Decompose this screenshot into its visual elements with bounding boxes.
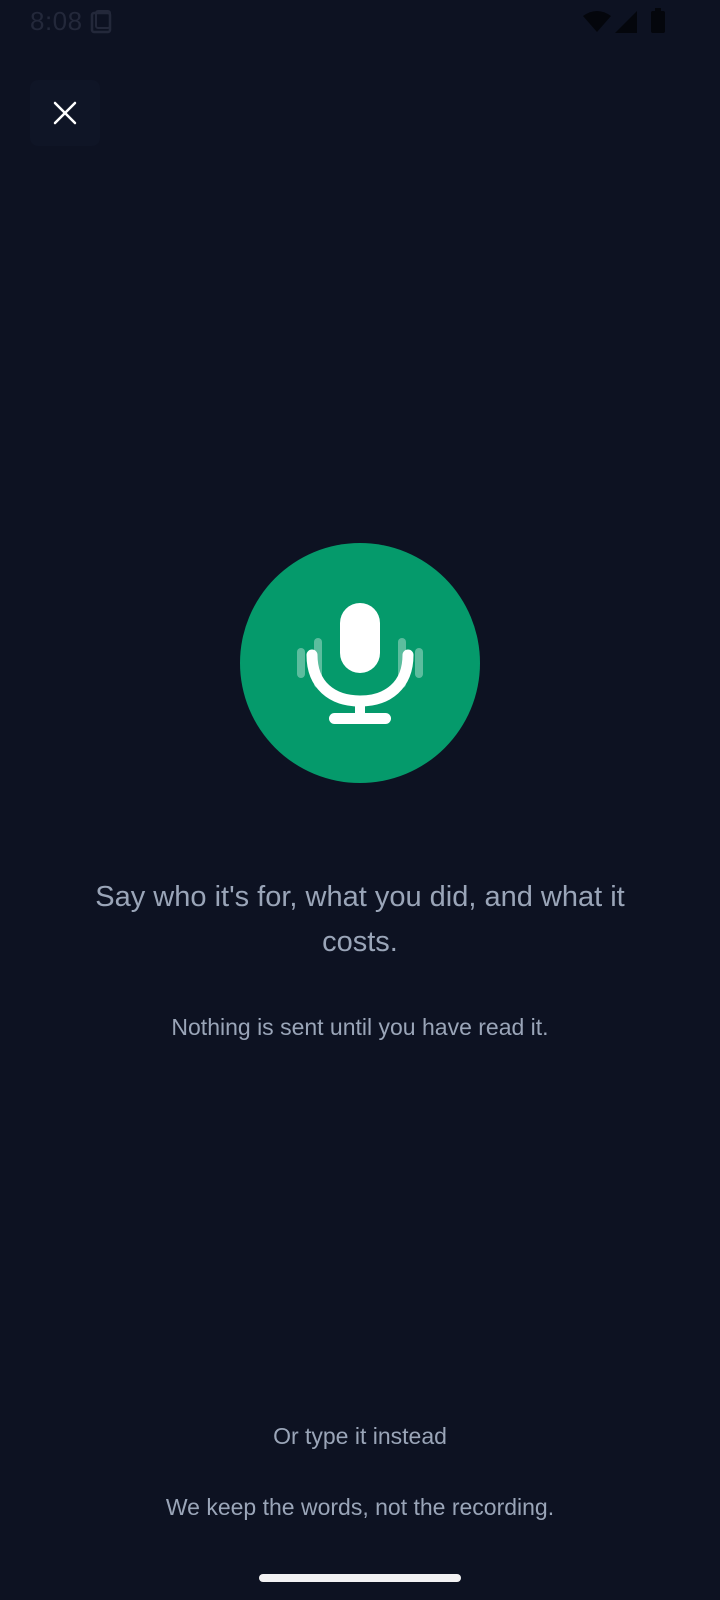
prompt-subtitle: Nothing is sent until you have read it. (171, 1014, 549, 1040)
privacy-note: We keep the words, not the recording. (165, 1494, 555, 1520)
wifi-icon (583, 11, 611, 32)
status-time: 8:08 (30, 6, 83, 36)
cell-signal-icon (615, 11, 637, 33)
home-indicator[interactable] (259, 1574, 461, 1582)
voice-entry-screen: 8:08 Say who it's for, what you did, and… (0, 0, 720, 1600)
status-bar: 8:08 (0, 0, 720, 44)
close-button[interactable] (30, 80, 100, 146)
prompt-title: Say who it's for, what you did, and what… (95, 881, 625, 958)
microphone-icon (297, 603, 423, 724)
battery-icon (651, 8, 665, 33)
sim-card-icon (90, 10, 112, 34)
microphone-button[interactable] (240, 543, 480, 783)
close-icon (53, 101, 77, 125)
type-instead-link[interactable]: Or type it instead (200, 1416, 520, 1456)
